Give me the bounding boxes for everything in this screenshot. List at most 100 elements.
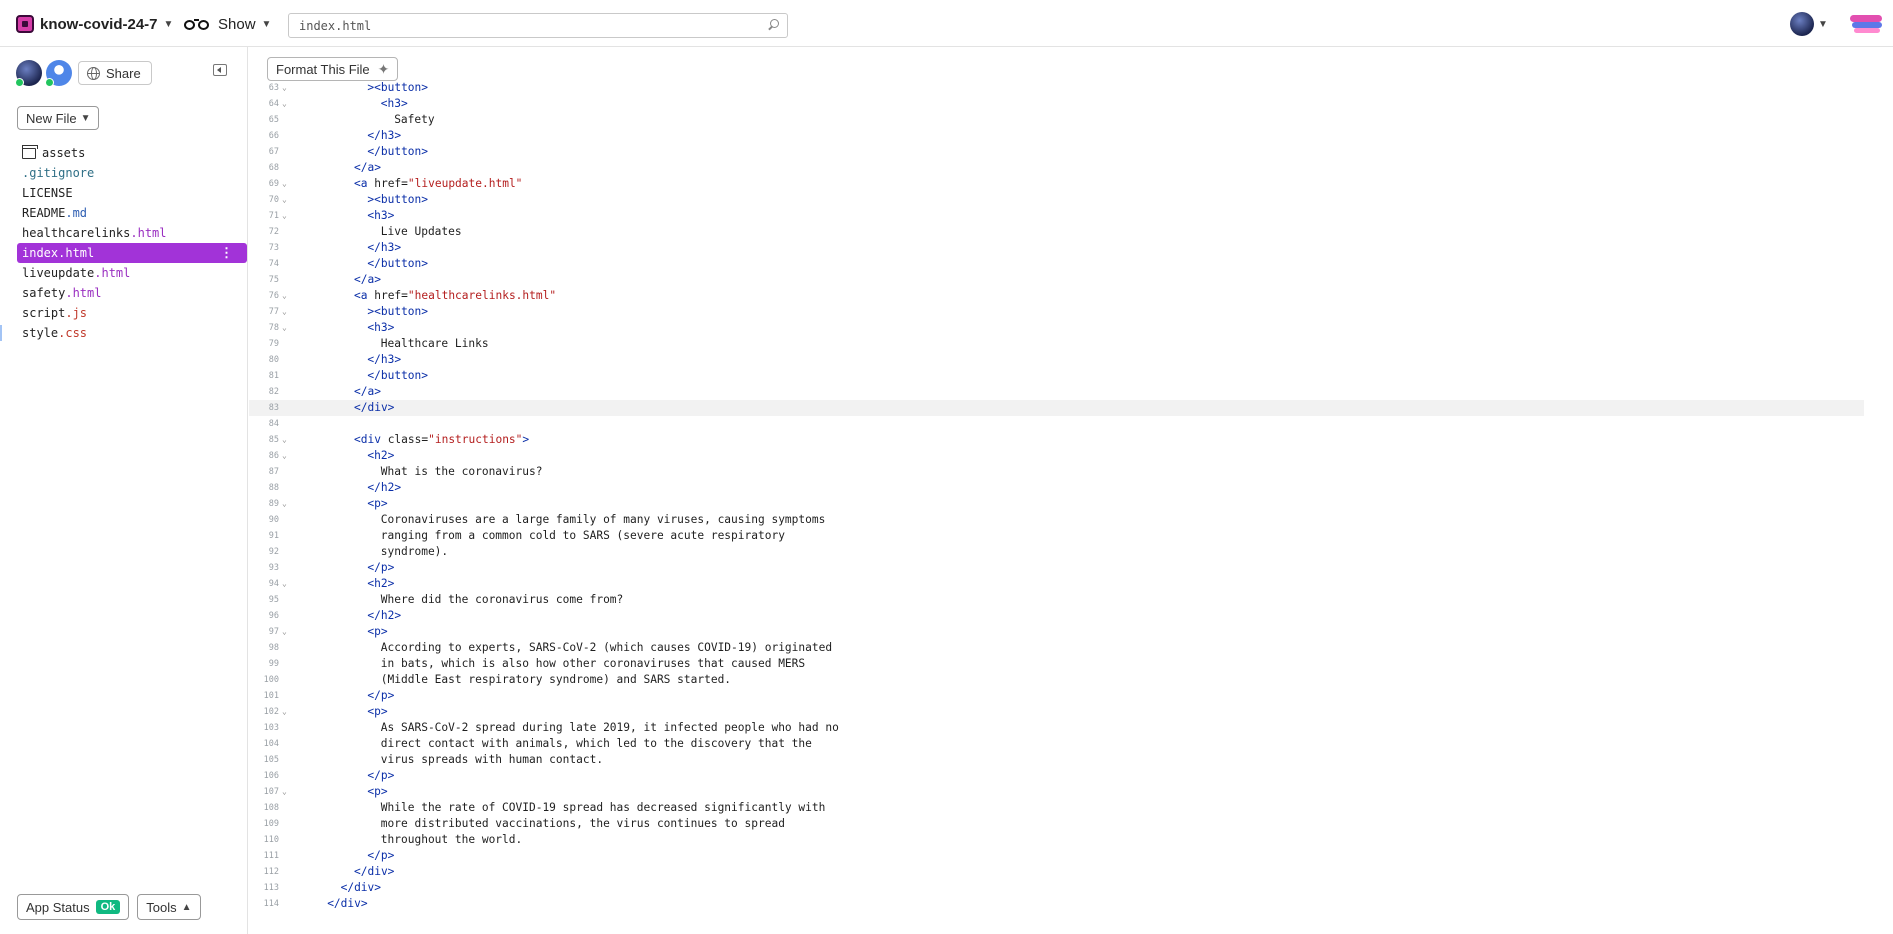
code-line[interactable]: 65 Safety: [249, 112, 1893, 128]
code-text: more distributed vaccinations, the virus…: [381, 816, 785, 832]
file-search-box[interactable]: [288, 13, 788, 38]
tools-button[interactable]: Tools ▲: [137, 894, 201, 920]
code-line[interactable]: 112 </div>: [249, 864, 1893, 880]
code-line[interactable]: 78 ⌄ <h3>: [249, 320, 1893, 336]
code-line[interactable]: 107 ⌄ <p>: [249, 784, 1893, 800]
code-line[interactable]: 99 in bats, which is also how other coron…: [249, 656, 1893, 672]
code-line[interactable]: 94 ⌄ <h2>: [249, 576, 1893, 592]
code-line[interactable]: 77 ⌄ ><button>: [249, 304, 1893, 320]
code-line[interactable]: 83 </div>: [249, 400, 1864, 416]
code-line[interactable]: 104 direct contact with animals, which le…: [249, 736, 1893, 752]
fold-chevron-icon[interactable]: ⌄: [282, 496, 287, 512]
project-menu[interactable]: know-covid-24-7 ▼: [16, 13, 173, 35]
code-line[interactable]: 113 </div>: [249, 880, 1893, 896]
search-icon[interactable]: [768, 19, 780, 31]
code-line[interactable]: 76 ⌄ <a href="healthcarelinks.html": [249, 288, 1893, 304]
file-extension: .css: [58, 326, 88, 340]
fold-chevron-icon[interactable]: ⌄: [282, 784, 287, 800]
code-line[interactable]: 106 </p>: [249, 768, 1893, 784]
more-options-icon[interactable]: ⋮: [220, 246, 233, 261]
code-line[interactable]: 86 ⌄ <h2>: [249, 448, 1893, 464]
file-item[interactable]: index.html ⋮: [17, 243, 247, 263]
code-line[interactable]: 71 ⌄ <h3>: [249, 208, 1893, 224]
code-line[interactable]: 101 </p>: [249, 688, 1893, 704]
code-line[interactable]: 105 virus spreads with human contact.: [249, 752, 1893, 768]
file-item[interactable]: assets: [17, 143, 247, 163]
code-line[interactable]: 91 ranging from a common cold to SARS (se…: [249, 528, 1893, 544]
code-line[interactable]: 103 As SARS-CoV-2 spread during late 2019…: [249, 720, 1893, 736]
code-line[interactable]: 63 ⌄ ><button>: [249, 80, 1893, 96]
code-line[interactable]: 110 throughout the world.: [249, 832, 1893, 848]
code-line[interactable]: 100 (Middle East respiratory syndrome) an…: [249, 672, 1893, 688]
fold-chevron-icon[interactable]: ⌄: [282, 704, 287, 720]
file-search-input[interactable]: [289, 14, 749, 37]
file-item[interactable]: safety .html: [17, 283, 247, 303]
code-line[interactable]: 109 more distributed vaccinations, the vi…: [249, 816, 1893, 832]
file-item[interactable]: healthcarelinks .html: [17, 223, 247, 243]
code-line[interactable]: 81 </button>: [249, 368, 1893, 384]
code-line[interactable]: 68 </a>: [249, 160, 1893, 176]
file-item[interactable]: README .md: [17, 203, 247, 223]
fold-chevron-icon[interactable]: ⌄: [282, 80, 287, 96]
code-line[interactable]: 85 ⌄ <div class="instructions">: [249, 432, 1893, 448]
code-token: </h2>: [367, 609, 402, 622]
code-line[interactable]: 70 ⌄ ><button>: [249, 192, 1893, 208]
fold-chevron-icon[interactable]: ⌄: [282, 208, 287, 224]
code-line[interactable]: 72 Live Updates: [249, 224, 1893, 240]
code-line[interactable]: 73 </h3>: [249, 240, 1893, 256]
code-line[interactable]: 102 ⌄ <p>: [249, 704, 1893, 720]
collapse-sidebar-button[interactable]: [213, 64, 227, 76]
fold-chevron-icon[interactable]: ⌄: [282, 320, 287, 336]
line-number: 99: [268, 659, 279, 669]
code-area[interactable]: 63 ⌄ ><button> 64 ⌄ <h3> 65 Safety 66 </h3> 67 </bu…: [249, 80, 1893, 934]
code-line[interactable]: 74 </button>: [249, 256, 1893, 272]
line-number: 104: [263, 739, 279, 749]
fold-chevron-icon[interactable]: ⌄: [282, 576, 287, 592]
file-item[interactable]: .gitignore: [17, 163, 247, 183]
show-button[interactable]: Show ▼: [182, 13, 271, 35]
code-line[interactable]: 90 Coronaviruses are a large family of ma…: [249, 512, 1893, 528]
code-line[interactable]: 92 syndrome).: [249, 544, 1893, 560]
file-item[interactable]: script .js: [17, 303, 247, 323]
code-line[interactable]: 111 </p>: [249, 848, 1893, 864]
code-line[interactable]: 82 </a>: [249, 384, 1893, 400]
glitch-logo-icon[interactable]: [1850, 12, 1886, 36]
code-line[interactable]: 67 </button>: [249, 144, 1893, 160]
fold-chevron-icon[interactable]: ⌄: [282, 192, 287, 208]
collaborator-avatar[interactable]: [15, 60, 42, 87]
code-line[interactable]: 114 </div>: [249, 896, 1893, 912]
fold-chevron-icon[interactable]: ⌄: [282, 624, 287, 640]
code-line[interactable]: 66 </h3>: [249, 128, 1893, 144]
file-item[interactable]: liveupdate .html: [17, 263, 247, 283]
fold-chevron-icon[interactable]: ⌄: [282, 448, 287, 464]
file-item[interactable]: style .css: [0, 323, 247, 343]
fold-chevron-icon[interactable]: ⌄: [282, 96, 287, 112]
fold-chevron-icon[interactable]: ⌄: [282, 432, 287, 448]
fold-chevron-icon[interactable]: ⌄: [282, 176, 287, 192]
fold-chevron-icon[interactable]: ⌄: [282, 288, 287, 304]
code-line[interactable]: 80 </h3>: [249, 352, 1893, 368]
code-line[interactable]: 95 Where did the coronavirus come from?: [249, 592, 1893, 608]
share-button[interactable]: Share: [78, 61, 152, 85]
code-line[interactable]: 89 ⌄ <p>: [249, 496, 1893, 512]
format-file-button[interactable]: Format This File ✦: [267, 57, 399, 81]
code-line[interactable]: 98 According to experts, SARS-CoV-2 (whic…: [249, 640, 1893, 656]
collaborator-avatar[interactable]: [45, 60, 72, 87]
fold-chevron-icon[interactable]: ⌄: [282, 304, 287, 320]
user-menu[interactable]: ▼: [1790, 12, 1828, 36]
code-line[interactable]: 69 ⌄ <a href="liveupdate.html": [249, 176, 1893, 192]
code-line[interactable]: 88 </h2>: [249, 480, 1893, 496]
code-line[interactable]: 75 </a>: [249, 272, 1893, 288]
file-item[interactable]: LICENSE: [17, 183, 247, 203]
code-line[interactable]: 93 </p>: [249, 560, 1893, 576]
code-line[interactable]: 87 What is the coronavirus?: [249, 464, 1893, 480]
code-line[interactable]: 64 ⌄ <h3>: [249, 96, 1893, 112]
code-line[interactable]: 84: [249, 416, 1893, 432]
app-status-button[interactable]: App Status Ok: [17, 894, 130, 920]
code-line[interactable]: 97 ⌄ <p>: [249, 624, 1893, 640]
code-line[interactable]: 108 While the rate of COVID-19 spread has…: [249, 800, 1893, 816]
code-line[interactable]: 79 Healthcare Links: [249, 336, 1893, 352]
code-editor[interactable]: Format This File ✦ 63 ⌄ ><button> 64 ⌄ <h3> 65…: [249, 47, 1893, 934]
code-line[interactable]: 96 </h2>: [249, 608, 1893, 624]
new-file-button[interactable]: New File ▼: [17, 106, 100, 130]
